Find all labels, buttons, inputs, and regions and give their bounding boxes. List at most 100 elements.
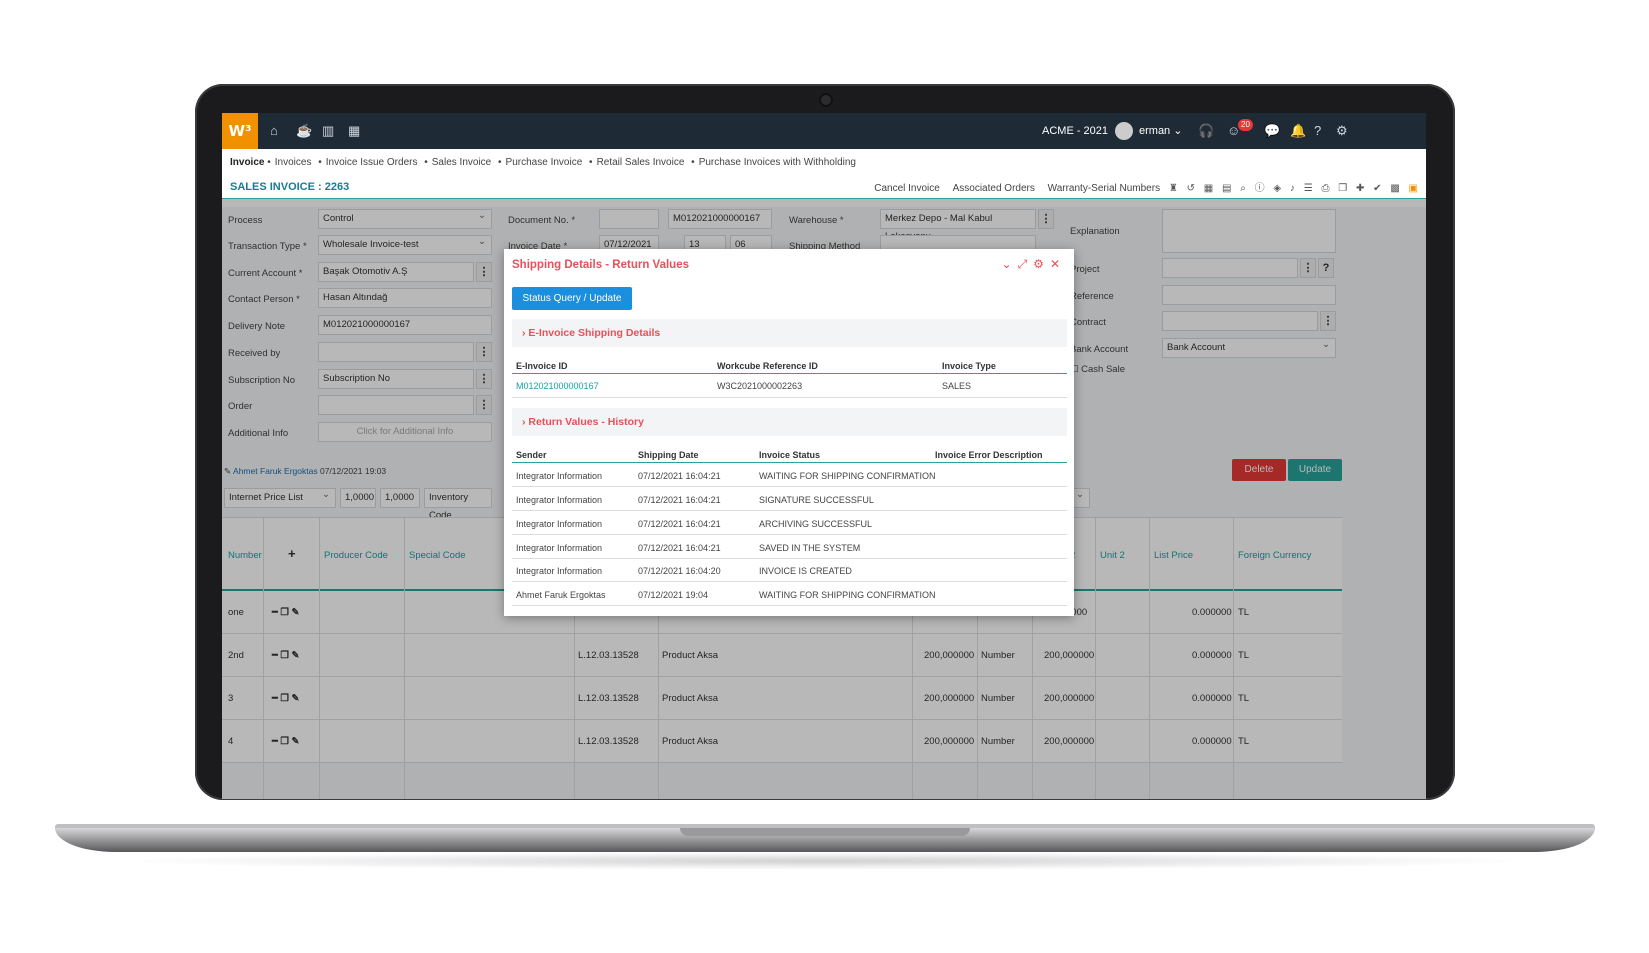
close-icon[interactable]: ✕ — [1050, 257, 1066, 271]
home-icon[interactable]: ⌂ — [270, 123, 278, 138]
top-bar: W³ ⌂ ☕ ▥ ▦ ACME - 2021 erman ⌄ 🎧 ☺ 20 💬 … — [222, 113, 1426, 149]
print-icon[interactable]: ⎙ — [1321, 183, 1329, 194]
history-date: 07/12/2021 19:04 — [638, 590, 709, 600]
calculator-icon[interactable]: ▤ — [1222, 183, 1231, 194]
sender-header: Sender — [516, 450, 547, 460]
history-sender: Integrator Information — [516, 543, 603, 553]
coffee-icon[interactable]: ☕ — [296, 123, 312, 139]
settings-icon[interactable]: ⚙ — [1033, 257, 1050, 271]
breadcrumb-item[interactable]: Invoice — [230, 157, 264, 168]
page-title: SALES INVOICE : 2263 — [230, 181, 350, 193]
einvoice-id-header: E-Invoice ID — [516, 361, 568, 371]
breadcrumb-item[interactable]: Retail Sales Invoice — [597, 157, 685, 168]
info-icon[interactable]: ⓘ — [1255, 183, 1265, 194]
reference-id-value: W3C2021000002263 — [717, 381, 803, 391]
invoice-type-value: SALES — [942, 381, 972, 391]
associated-orders-link[interactable]: Associated Orders — [953, 183, 1035, 194]
company-name[interactable]: ACME - 2021 — [1042, 113, 1108, 149]
cancel-invoice-link[interactable]: Cancel Invoice — [874, 183, 940, 194]
shipping-date-header: Shipping Date — [638, 450, 699, 460]
reference-id-header: Workcube Reference ID — [717, 361, 818, 371]
invoice-type-header: Invoice Type — [942, 361, 996, 371]
breadcrumb-item[interactable]: Purchase Invoice — [506, 157, 583, 168]
export-icon[interactable]: ▣ — [1409, 183, 1418, 194]
history-status: WAITING FOR SHIPPING CONFIRMATION — [759, 590, 936, 600]
calendar-icon[interactable]: ▦ — [348, 123, 360, 139]
notification-badge: 20 — [1238, 119, 1253, 131]
history-section-title: Return Values - History — [528, 416, 644, 428]
user-menu[interactable]: erman ⌄ — [1115, 113, 1182, 149]
history-date: 07/12/2021 16:04:21 — [638, 471, 721, 481]
history-status: WAITING FOR SHIPPING CONFIRMATION — [759, 471, 936, 481]
error-description-header: Invoice Error Description — [935, 450, 1043, 460]
table-divider — [512, 397, 1067, 398]
chevron-right-icon: › — [522, 327, 526, 339]
brand-logo[interactable]: W³ — [222, 113, 258, 149]
camera-icon — [819, 93, 833, 107]
breadcrumb-item[interactable]: Invoice Issue Orders — [326, 157, 418, 168]
page-header: SALES INVOICE : 2263 Cancel Invoice Asso… — [222, 171, 1426, 199]
breadcrumb: Invoice • Invoices • Invoice Issue Orders … — [230, 157, 856, 168]
header-actions: Cancel Invoice Associated Orders Warrant… — [864, 179, 1418, 194]
stamp-icon[interactable]: ♜ — [1169, 183, 1178, 194]
modal-controls: ⌄⤢⚙✕ — [1002, 257, 1067, 272]
gear-icon[interactable]: ⚙ — [1336, 123, 1348, 139]
app-screen: W³ ⌂ ☕ ▥ ▦ ACME - 2021 erman ⌄ 🎧 ☺ 20 💬 … — [222, 113, 1426, 799]
laptop-shadow — [110, 852, 1540, 870]
help-icon[interactable]: ? — [1314, 123, 1321, 138]
history-date: 07/12/2021 16:04:21 — [638, 519, 721, 529]
history-sender: Integrator Information — [516, 519, 603, 529]
table-divider — [512, 373, 1067, 374]
history-date: 07/12/2021 16:04:21 — [638, 495, 721, 505]
einvoice-id-link[interactable]: M012021000000167 — [516, 381, 599, 391]
box-icon[interactable]: ◈ — [1273, 183, 1281, 194]
history-date: 07/12/2021 16:04:20 — [638, 566, 721, 576]
list-icon[interactable]: ☰ — [1304, 183, 1313, 194]
history-icon[interactable]: ↺ — [1187, 183, 1195, 194]
history-status: INVOICE IS CREATED — [759, 566, 852, 576]
chat-icon[interactable]: 💬 — [1264, 123, 1280, 139]
history-status: ARCHIVING SUCCESSFUL — [759, 519, 873, 529]
breadcrumb-item[interactable]: Purchase Invoices with Withholding — [699, 157, 856, 168]
einvoice-section-header[interactable]: › E-Invoice Shipping Details — [512, 319, 1067, 347]
chart-icon[interactable]: ▥ — [322, 123, 334, 139]
history-sender: Integrator Information — [516, 471, 603, 481]
history-status: SIGNATURE SUCCESSFUL — [759, 495, 874, 505]
user-name: erman — [1139, 125, 1171, 137]
expand-icon[interactable]: ⤢ — [1018, 257, 1034, 271]
breadcrumb-item[interactable]: Invoices — [275, 157, 312, 168]
shipping-details-modal: Shipping Details - Return Values ⌄⤢⚙✕ St… — [504, 249, 1074, 616]
bell-icon[interactable]: 🔔 — [1290, 123, 1306, 139]
history-status: SAVED IN THE SYSTEM — [759, 543, 861, 553]
table-divider — [512, 486, 1067, 487]
collapse-icon[interactable]: ⌄ — [1002, 257, 1018, 271]
add-icon[interactable]: ✚ — [1356, 183, 1364, 194]
history-sender: Integrator Information — [516, 495, 603, 505]
history-date: 07/12/2021 16:04:21 — [638, 543, 721, 553]
bell-icon[interactable]: ♪ — [1290, 183, 1295, 194]
history-sender: Ahmet Faruk Ergoktas — [516, 590, 606, 600]
table-divider — [512, 462, 1067, 463]
table-divider — [512, 581, 1067, 582]
headset-icon[interactable]: 🎧 — [1198, 123, 1214, 139]
modal-title: Shipping Details - Return Values — [512, 259, 690, 271]
qr-icon[interactable]: ▩ — [1390, 183, 1399, 194]
table-icon[interactable]: ▦ — [1204, 183, 1213, 194]
einvoice-section-title: E-Invoice Shipping Details — [528, 327, 661, 339]
table-divider — [512, 605, 1067, 606]
table-divider — [512, 510, 1067, 511]
breadcrumb-item[interactable]: Sales Invoice — [432, 157, 491, 168]
laptop-frame: W³ ⌂ ☕ ▥ ▦ ACME - 2021 erman ⌄ 🎧 ☺ 20 💬 … — [0, 0, 1649, 953]
status-query-button[interactable]: Status Query / Update — [512, 287, 632, 310]
laptop-notch — [680, 828, 970, 836]
history-section-header[interactable]: › Return Values - History — [512, 408, 1067, 436]
copy-icon[interactable]: ❐ — [1338, 183, 1347, 194]
chevron-right-icon: › — [522, 416, 526, 428]
invoice-status-header: Invoice Status — [759, 450, 821, 460]
search-icon[interactable]: ⌕ — [1240, 183, 1246, 194]
history-sender: Integrator Information — [516, 566, 603, 576]
avatar — [1115, 122, 1133, 141]
check-icon[interactable]: ✔ — [1373, 183, 1381, 194]
warranty-serial-link[interactable]: Warranty-Serial Numbers — [1048, 183, 1160, 194]
table-divider — [512, 534, 1067, 535]
